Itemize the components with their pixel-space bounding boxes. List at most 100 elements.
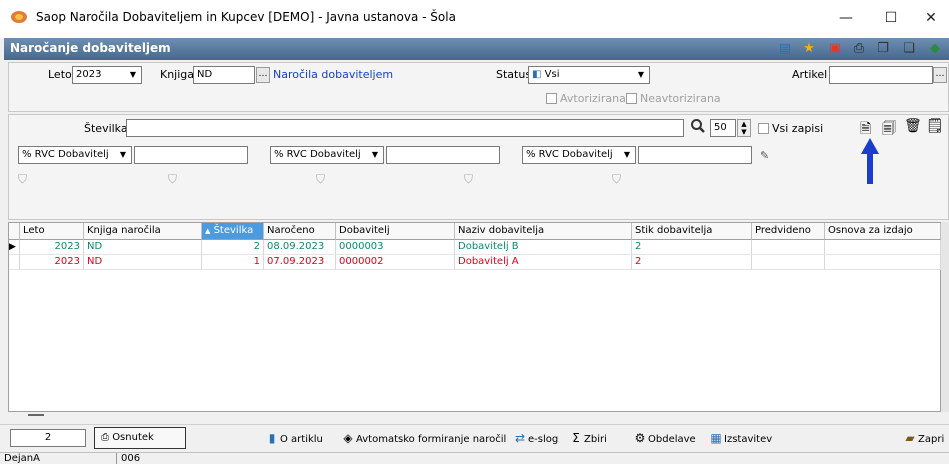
cell-predvideno	[752, 255, 825, 270]
star-icon[interactable]: ★	[800, 41, 818, 57]
artikel-input[interactable]	[829, 66, 933, 84]
cell-knjiga: ND	[84, 255, 202, 270]
izstavitev-icon: ▦	[710, 431, 722, 445]
pdf-icon[interactable]: ▣	[826, 41, 844, 57]
chevron-down-icon: ▼	[129, 70, 137, 79]
leto-label: Leto	[48, 68, 72, 81]
column-header-leto[interactable]: Leto	[20, 223, 84, 240]
column-header-stevilka[interactable]: ▲ Številka	[202, 223, 264, 240]
rvc-filter-1-select[interactable]: % RVC Dobavitelj ▼	[18, 146, 132, 164]
cell-naziv: Dobavitelj B	[455, 240, 632, 255]
obdelave-button[interactable]: ⚙ Obdelave	[632, 428, 696, 448]
cell-predvideno	[752, 240, 825, 255]
tree-icon[interactable]: ▤	[776, 41, 794, 57]
auto-icon: ◈	[343, 431, 353, 445]
row-indicator	[9, 255, 20, 270]
status-label: Status	[496, 68, 532, 81]
obdelave-label: Obdelave	[648, 434, 696, 445]
obdelave-icon: ⚙	[634, 431, 646, 445]
o-artiklu-button[interactable]: ▮ O artiklu	[264, 428, 323, 448]
cell-stik: 2	[632, 240, 752, 255]
zapri-button[interactable]: ▰ Zapri	[902, 428, 944, 448]
filter-icon[interactable]: ⛉	[168, 172, 177, 187]
print-icon[interactable]: ⎙	[850, 41, 868, 57]
document-check-icon[interactable]: 🗒	[926, 118, 944, 134]
copy-icon[interactable]: ❐	[874, 41, 892, 57]
cell-knjiga: ND	[84, 240, 202, 255]
splitter-handle[interactable]	[28, 414, 44, 416]
arrow-up-icon	[860, 138, 880, 184]
column-header-stik[interactable]: Stik dobavitelja	[632, 223, 752, 240]
cell-dobavitelj: 0000003	[336, 240, 455, 255]
avtorizirana-checkbox[interactable]	[546, 93, 557, 104]
artikel-lookup-button[interactable]: …	[933, 67, 947, 83]
column-header-predvideno[interactable]: Predvideno	[752, 223, 825, 240]
info-icon: ▮	[268, 431, 276, 445]
filter-icon[interactable]: ⛉	[464, 172, 473, 187]
rvc-filter-2-value: % RVC Dobavitelj	[274, 149, 361, 160]
vertical-scrollbar[interactable]	[941, 222, 949, 412]
rvc-filter-3-input[interactable]	[638, 146, 752, 164]
filter-icon[interactable]: ⛉	[316, 172, 325, 187]
section-header: Naročanje dobaviteljem ▤ ★ ▣ ⎙ ❐ ❏ ◆	[4, 38, 949, 60]
cell-osnova	[825, 240, 941, 255]
column-header-knjiga[interactable]: Knjiga naročila	[84, 223, 202, 240]
exit-icon[interactable]: ◆	[926, 41, 944, 57]
count-stepper[interactable]: ▲ ▼	[737, 119, 751, 137]
e-slog-button[interactable]: ⇄ e-slog	[512, 428, 558, 448]
status-select[interactable]: ◧ Vsi ▼	[528, 66, 650, 84]
chevron-down-icon: ▼	[371, 150, 379, 159]
cell-stevilka: 2	[202, 240, 264, 255]
eraser-icon[interactable]: ✎	[760, 149, 769, 162]
e-slog-icon: ⇄	[514, 431, 526, 445]
zbiri-button[interactable]: Σ Zbiri	[568, 428, 607, 448]
exit-door-icon: ▰	[905, 431, 915, 445]
chevron-down-icon: ▼	[637, 70, 645, 79]
osnutek-button[interactable]: ⎙ Osnutek	[94, 427, 186, 449]
status-bar: DejanA 006	[0, 452, 949, 464]
title-bar: Saop Naročila Dobaviteljem in Kupcev [DE…	[0, 0, 949, 38]
record-count-input[interactable]: 50	[710, 119, 736, 137]
sort-ascending-icon: ▲	[205, 227, 211, 235]
cell-osnova	[825, 255, 941, 270]
leto-select[interactable]: 2023 ▼	[72, 66, 142, 84]
knjiga-input[interactable]: ND	[193, 66, 255, 84]
paste-icon[interactable]: ❏	[900, 41, 918, 57]
rvc-filter-2-input[interactable]	[386, 146, 500, 164]
cell-dobavitelj: 0000002	[336, 255, 455, 270]
rvc-filter-1-value: % RVC Dobavitelj	[22, 149, 109, 160]
minimize-button[interactable]: —	[831, 6, 861, 30]
close-button[interactable]: ✕	[916, 6, 946, 30]
filter-icon[interactable]: ⛉	[612, 172, 621, 187]
vsi-zapisi-checkbox[interactable]	[758, 123, 769, 134]
column-header-dobavitelj[interactable]: Dobavitelj	[336, 223, 455, 240]
edit-document-icon[interactable]: 🗐	[882, 118, 896, 142]
neavtorizirana-label: Neavtorizirana	[640, 92, 721, 105]
avtomatsko-button[interactable]: ◈ Avtomatsko formiranje naročil	[340, 428, 506, 448]
app-logo-icon	[10, 9, 28, 25]
status-value: Vsi	[544, 69, 560, 80]
column-header-osnova[interactable]: Osnova za izdajo	[825, 223, 941, 240]
rvc-filter-1-input[interactable]	[134, 146, 248, 164]
cell-naroceno: 07.09.2023	[264, 255, 336, 270]
orders-table: Leto Knjiga naročila ▲ Številka Naročeno…	[8, 222, 941, 412]
stevilka-input[interactable]	[126, 119, 684, 137]
maximize-button[interactable]: ☐	[876, 6, 906, 30]
zapri-label: Zapri	[918, 434, 945, 445]
osnutek-label: Osnutek	[112, 432, 154, 443]
filter-icon[interactable]: ⛉	[18, 172, 27, 187]
delete-document-icon[interactable]: 🗑	[904, 118, 922, 134]
search-icon[interactable]	[690, 118, 708, 136]
rvc-filter-2-select[interactable]: % RVC Dobavitelj ▼	[270, 146, 384, 164]
column-header-naroceno[interactable]: Naročeno	[264, 223, 336, 240]
rvc-filter-3-value: % RVC Dobavitelj	[526, 149, 613, 160]
zbiri-label: Zbiri	[584, 434, 607, 445]
neavtorizirana-checkbox[interactable]	[626, 93, 637, 104]
cell-naroceno: 08.09.2023	[264, 240, 336, 255]
e-slog-label: e-slog	[528, 434, 559, 445]
avtorizirana-label: Avtorizirana	[560, 92, 626, 105]
knjiga-lookup-button[interactable]: …	[256, 67, 270, 83]
rvc-filter-3-select[interactable]: % RVC Dobavitelj ▼	[522, 146, 636, 164]
column-header-naziv[interactable]: Naziv dobavitelja	[455, 223, 632, 240]
izstavitev-button[interactable]: ▦ Izstavitev	[708, 428, 772, 448]
